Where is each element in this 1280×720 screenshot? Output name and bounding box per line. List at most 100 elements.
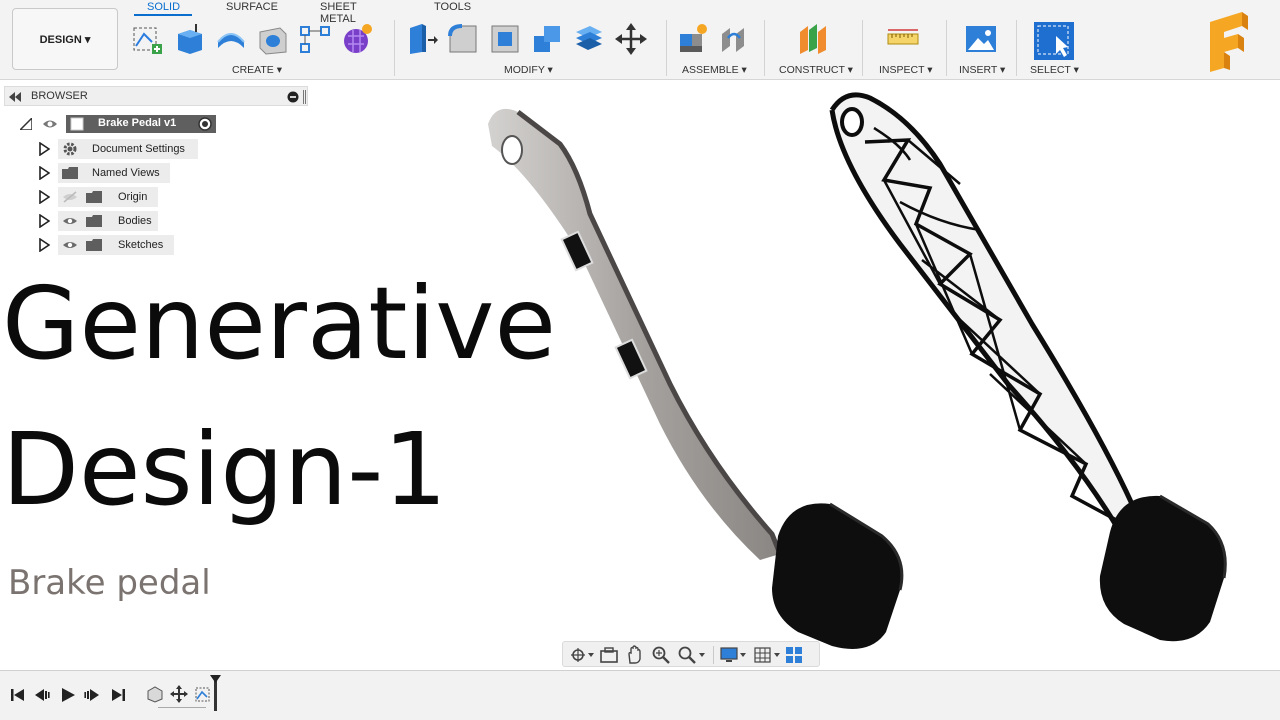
tab-tools[interactable]: TOOLS	[434, 1, 471, 13]
browser-panel: BROWSER Brake Pedal v1 Document Settings…	[4, 86, 308, 256]
shell-icon[interactable]	[488, 22, 522, 56]
combine-icon[interactable]	[530, 22, 564, 56]
expand-arrow-icon[interactable]	[38, 166, 50, 180]
create-form-icon[interactable]	[340, 22, 374, 56]
toolbar-divider	[946, 20, 947, 76]
timeline-marker-handle-icon[interactable]	[210, 675, 221, 683]
create-sketch-icon[interactable]	[130, 22, 164, 56]
tree-item-label: Bodies	[118, 215, 152, 227]
toolbar-divider	[394, 20, 395, 76]
zoom-window-icon[interactable]	[651, 645, 671, 665]
play-icon[interactable]	[60, 687, 76, 703]
model-viewport[interactable]	[460, 84, 1280, 664]
step-back-icon[interactable]	[34, 687, 50, 703]
modify-group: MODIFY ▾	[404, 20, 662, 78]
hole-icon[interactable]	[256, 22, 290, 56]
activate-component-icon[interactable]	[198, 117, 212, 131]
insert-menu[interactable]: INSERT ▾	[959, 64, 1005, 76]
active-tab-indicator	[134, 14, 192, 16]
folder-icon	[86, 215, 102, 227]
joint-icon[interactable]	[718, 22, 752, 56]
gear-icon	[63, 142, 77, 156]
pattern-icon[interactable]	[298, 22, 332, 56]
workspace-switcher[interactable]: DESIGN ▾	[12, 8, 118, 70]
construct-menu[interactable]: CONSTRUCT ▾	[779, 64, 853, 76]
timeline-bar	[0, 670, 1280, 720]
create-group: CREATE ▾	[130, 20, 388, 78]
minimize-panel-icon[interactable]	[287, 91, 299, 103]
video-title-line-1: Generative	[2, 265, 557, 382]
tree-item-label: Document Settings	[92, 143, 185, 155]
tree-item-named-views[interactable]: Named Views	[36, 163, 176, 183]
toolbar: DESIGN ▾ SOLID SURFACE SHEET METAL TOOLS	[0, 0, 1280, 80]
assemble-menu[interactable]: ASSEMBLE ▾	[682, 64, 747, 76]
navbar-divider	[713, 646, 714, 664]
visibility-eye-icon[interactable]	[62, 239, 78, 251]
tree-row-root[interactable]: Brake Pedal v1	[18, 114, 218, 134]
select-group: SELECT ▾	[1026, 20, 1086, 78]
tab-solid[interactable]: SOLID	[147, 1, 180, 13]
toolbar-divider	[1016, 20, 1017, 76]
offset-plane-icon[interactable]	[796, 22, 830, 56]
inspect-group: INSPECT ▾	[872, 20, 942, 78]
browser-title: BROWSER	[31, 90, 88, 102]
measure-icon[interactable]	[886, 22, 920, 56]
expand-arrow-icon[interactable]	[38, 190, 50, 204]
browser-header: BROWSER	[4, 86, 308, 106]
timeline-track	[158, 707, 206, 708]
expand-arrow-icon[interactable]	[38, 142, 50, 156]
timeline-move-icon[interactable]	[170, 685, 188, 703]
step-forward-icon[interactable]	[84, 687, 100, 703]
toolbar-divider	[666, 20, 667, 76]
inspect-menu[interactable]: INSPECT ▾	[879, 64, 933, 76]
navigation-bar	[562, 641, 820, 667]
select-menu[interactable]: SELECT ▾	[1030, 64, 1079, 76]
tree-item-document-settings[interactable]: Document Settings	[36, 139, 206, 159]
viewports-icon[interactable]	[785, 646, 803, 664]
collapse-panel-icon[interactable]	[9, 92, 21, 102]
component-icon	[70, 117, 84, 131]
go-to-end-icon[interactable]	[110, 687, 126, 703]
create-menu[interactable]: CREATE ▾	[232, 64, 282, 76]
video-subtitle: Brake pedal	[8, 563, 211, 603]
folder-icon	[86, 239, 102, 251]
tree-item-label: Origin	[118, 191, 148, 203]
tree-item-bodies[interactable]: Bodies	[36, 211, 166, 231]
fillet-icon[interactable]	[446, 22, 480, 56]
fusion-window: DESIGN ▾ SOLID SURFACE SHEET METAL TOOLS	[0, 0, 1280, 720]
expand-arrow-icon[interactable]	[38, 214, 50, 228]
display-settings-icon[interactable]	[719, 646, 749, 664]
pan-hand-icon[interactable]	[625, 645, 645, 665]
visibility-eye-icon[interactable]	[42, 117, 58, 131]
hidden-eye-icon[interactable]	[62, 191, 78, 203]
video-title-line-2: Design-1	[2, 411, 447, 528]
go-to-start-icon[interactable]	[10, 687, 26, 703]
zoom-fit-icon[interactable]	[677, 645, 707, 665]
timeline-features	[140, 675, 221, 715]
visibility-eye-icon[interactable]	[62, 215, 78, 227]
look-at-icon[interactable]	[599, 646, 619, 664]
select-icon[interactable]	[1034, 22, 1074, 60]
timeline-component-icon[interactable]	[146, 685, 164, 703]
extrude-icon[interactable]	[172, 22, 206, 56]
offset-faces-icon[interactable]	[572, 22, 606, 56]
press-pull-icon[interactable]	[404, 22, 438, 56]
folder-icon	[86, 191, 102, 203]
expand-arrow-icon[interactable]	[38, 238, 50, 252]
expanded-triangle-icon[interactable]	[20, 118, 32, 130]
tree-item-sketches[interactable]: Sketches	[36, 235, 186, 255]
panel-grip-handle[interactable]	[303, 90, 306, 104]
move-copy-icon[interactable]	[614, 22, 648, 56]
tab-surface[interactable]: SURFACE	[226, 1, 278, 13]
insert-image-icon[interactable]	[964, 22, 998, 56]
orbit-icon[interactable]	[569, 646, 595, 664]
revolve-icon[interactable]	[214, 22, 248, 56]
toolbar-divider	[764, 20, 765, 76]
fusion-logo-icon	[1210, 12, 1248, 72]
tree-item-origin[interactable]: Origin	[36, 187, 166, 207]
timeline-sketch-icon[interactable]	[194, 685, 212, 703]
assemble-group: ASSEMBLE ▾	[676, 20, 764, 78]
modify-menu[interactable]: MODIFY ▾	[504, 64, 553, 76]
new-component-icon[interactable]	[676, 22, 710, 56]
grid-snaps-icon[interactable]	[753, 646, 783, 664]
